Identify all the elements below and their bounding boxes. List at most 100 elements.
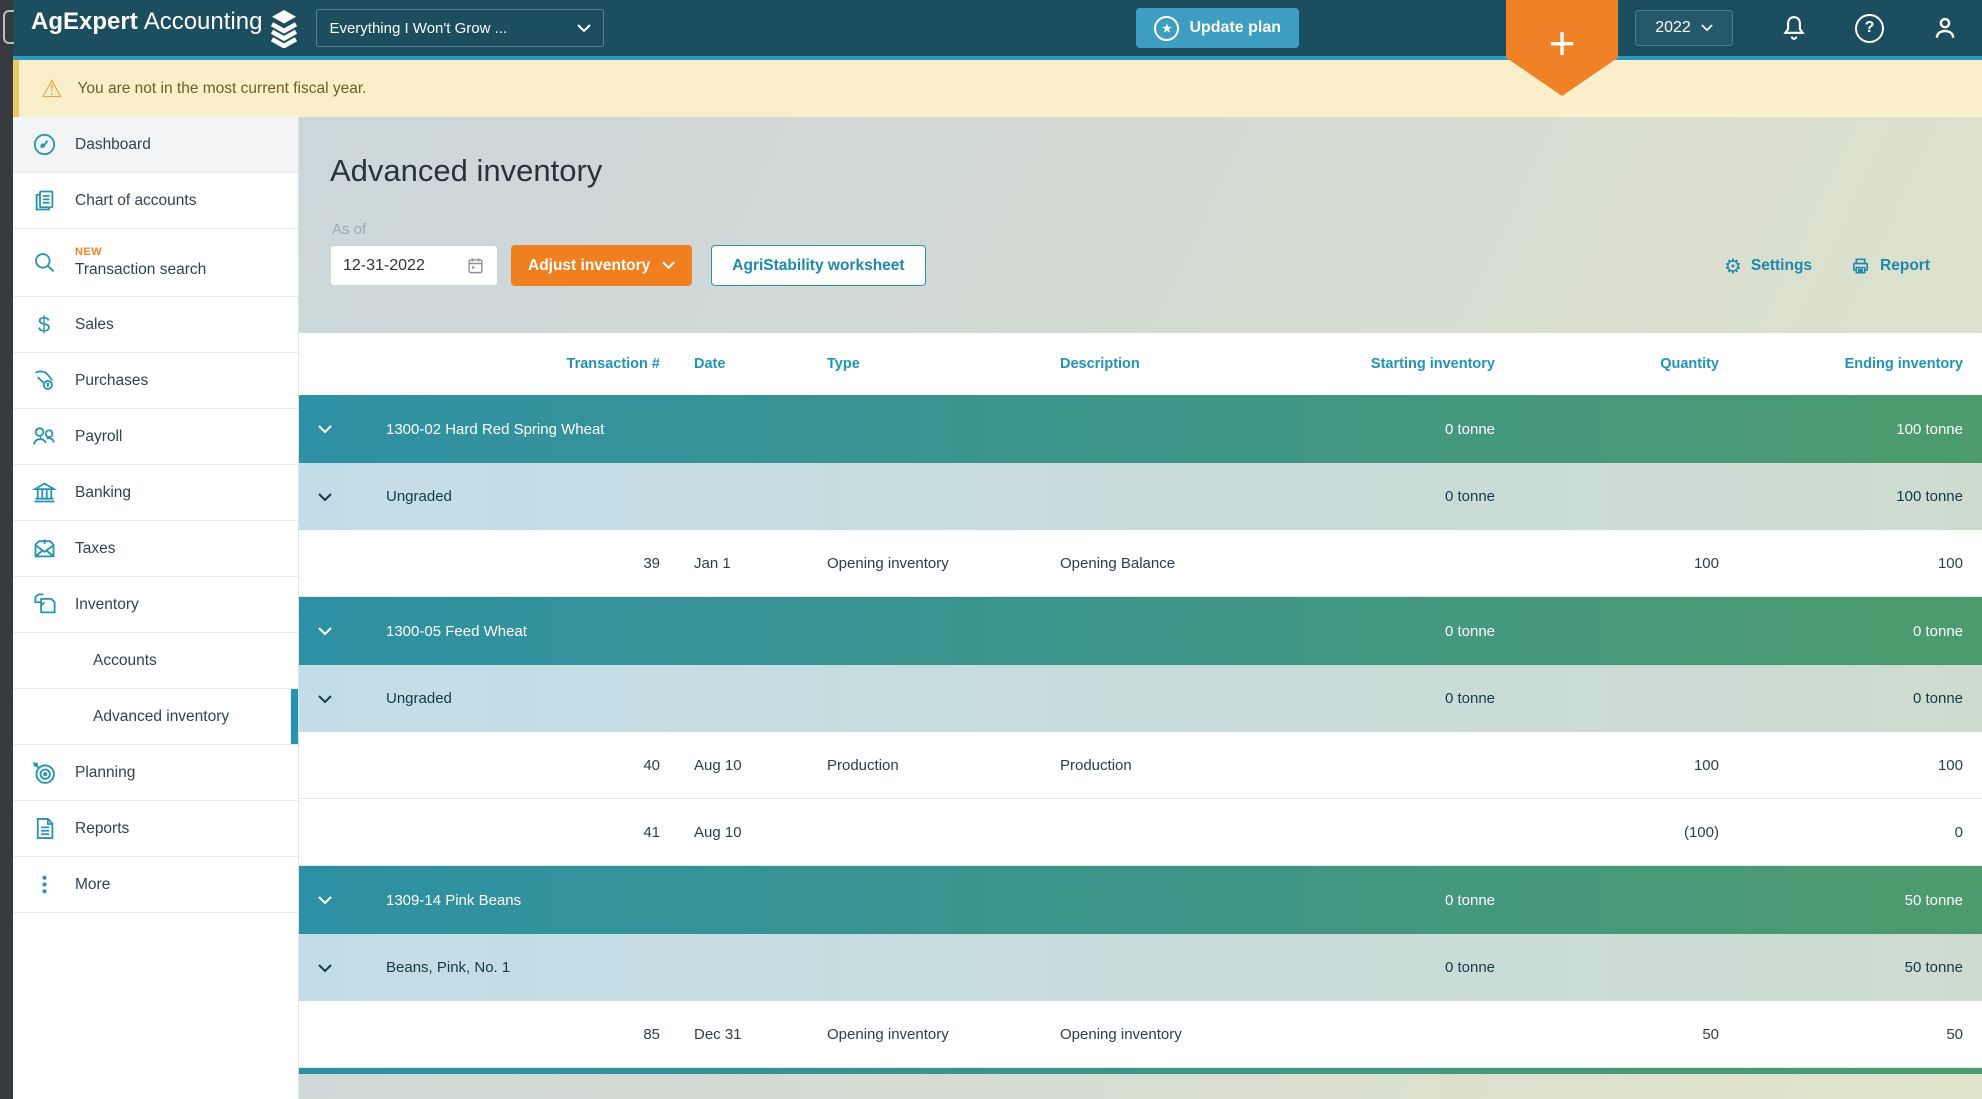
txn-quantity: 100 — [1495, 555, 1719, 572]
txn-date: Aug 10 — [660, 757, 793, 774]
group-label: 1309-14 Pink Beans — [386, 892, 1255, 909]
as-of-date-value: 12-31-2022 — [343, 257, 425, 275]
page-controls: 12-31-2022 Adjust inventory AgriStabilit… — [330, 245, 926, 286]
chevron-down-icon[interactable] — [298, 492, 386, 502]
update-plan-label: Update plan — [1189, 19, 1281, 37]
col-header-quantity: Quantity — [1495, 356, 1719, 372]
app-logo: AgExpert Accounting — [31, 8, 302, 48]
txn-number: 41 — [386, 824, 660, 841]
notifications-bell-icon[interactable] — [1781, 14, 1807, 42]
page-tools: ⚙ Settings Report — [1724, 245, 1930, 286]
main-content: Advanced inventory As of 12-31-2022 Adju… — [298, 117, 1982, 1099]
page-header-section: Advanced inventory As of 12-31-2022 Adju… — [298, 117, 1982, 333]
col-header-transaction: Transaction # — [386, 356, 660, 372]
sidebar-item-reports[interactable]: Reports — [13, 801, 298, 857]
help-icon[interactable]: ? — [1855, 14, 1884, 43]
sidebar-item-inventory-accounts[interactable]: Accounts — [13, 633, 298, 689]
chevron-down-icon[interactable] — [298, 424, 386, 434]
inventory-grade-row[interactable]: Beans, Pink, No. 1 0 tonne 50 tonne — [298, 934, 1982, 1001]
settings-link[interactable]: ⚙ Settings — [1724, 256, 1812, 276]
grade-label: Ungraded — [386, 690, 1255, 707]
gear-icon: ⚙ — [1724, 256, 1742, 276]
sidebar-item-taxes[interactable]: Taxes — [13, 521, 298, 577]
inventory-table: Transaction # Date Type Description Star… — [298, 333, 1982, 1074]
txn-ending: 0 — [1719, 824, 1963, 841]
settings-label: Settings — [1751, 257, 1812, 275]
inventory-group-row[interactable]: 1309-14 Pink Beans 0 tonne 50 tonne — [298, 866, 1982, 934]
sidebar-item-more[interactable]: More — [13, 857, 298, 913]
txn-ending: 100 — [1719, 757, 1963, 774]
report-link[interactable]: Report — [1850, 256, 1930, 276]
fiscal-year-warning-banner: ⚠ You are not in the most current fiscal… — [13, 60, 1982, 117]
window-tab-fragment — [3, 10, 14, 44]
txn-ending: 100 — [1719, 555, 1963, 572]
chevron-down-icon[interactable] — [298, 626, 386, 636]
inventory-grade-row[interactable]: Ungraded 0 tonne 0 tonne — [298, 665, 1982, 732]
sidebar-item-label: Planning — [75, 764, 135, 782]
sidebar-item-inventory[interactable]: Inventory — [13, 577, 298, 633]
dollar-icon: $ — [29, 312, 59, 338]
group-ending: 50 tonne — [1719, 892, 1963, 909]
sidebar-item-chart-of-accounts[interactable]: Chart of accounts — [13, 173, 298, 229]
sidebar-item-purchases[interactable]: Purchases — [13, 353, 298, 409]
col-header-type: Type — [793, 356, 1026, 372]
inventory-pages-icon — [29, 591, 59, 618]
chevron-down-icon[interactable] — [298, 895, 386, 905]
account-selector-value: Everything I Won't Grow ... — [329, 20, 507, 37]
sidebar-item-label: Taxes — [75, 540, 116, 558]
brand-name-bold: AgExpert — [31, 8, 138, 36]
col-header-ending: Ending inventory — [1719, 356, 1963, 372]
sidebar-item-advanced-inventory[interactable]: Advanced inventory — [13, 689, 298, 745]
group-label: 1300-02 Hard Red Spring Wheat — [386, 421, 1255, 438]
txn-description: Opening inventory — [1026, 1026, 1255, 1043]
calendar-icon[interactable] — [466, 256, 485, 275]
as-of-date-input[interactable]: 12-31-2022 — [330, 245, 498, 286]
group-starting: 0 tonne — [1255, 892, 1495, 909]
adjust-inventory-button[interactable]: Adjust inventory — [511, 245, 692, 286]
txn-description: Opening Balance — [1026, 555, 1255, 572]
sidebar-item-dashboard[interactable]: Dashboard — [13, 117, 298, 173]
sidebar-item-label: Banking — [75, 484, 131, 502]
header-accent-strip — [13, 56, 1982, 60]
grade-starting: 0 tonne — [1255, 488, 1495, 505]
inventory-grade-row[interactable]: Ungraded 0 tonne 100 tonne — [298, 463, 1982, 530]
group-ending: 0 tonne — [1719, 623, 1963, 640]
report-label: Report — [1880, 257, 1930, 275]
next-group-row-peek — [298, 1068, 1982, 1074]
sidebar-item-payroll[interactable]: Payroll — [13, 409, 298, 465]
table-header-row: Transaction # Date Type Description Star… — [298, 333, 1982, 395]
txn-date: Dec 31 — [660, 1026, 793, 1043]
inventory-group-row[interactable]: 1300-02 Hard Red Spring Wheat 0 tonne 10… — [298, 395, 1982, 463]
sidebar-item-label: Reports — [75, 820, 129, 838]
transaction-row[interactable]: 40 Aug 10 Production Production 100 100 — [298, 732, 1982, 799]
grade-starting: 0 tonne — [1255, 959, 1495, 976]
layers-logo-icon — [266, 8, 302, 48]
payroll-people-icon — [29, 423, 59, 450]
grade-starting: 0 tonne — [1255, 690, 1495, 707]
sidebar-item-label: More — [75, 876, 110, 894]
sidebar-item-transaction-search[interactable]: NEW Transaction search — [13, 229, 298, 297]
sidebar-item-sales[interactable]: $ Sales — [13, 297, 298, 353]
txn-number: 39 — [386, 555, 660, 572]
agristability-worksheet-button[interactable]: AgriStability worksheet — [711, 245, 925, 286]
transaction-row[interactable]: 85 Dec 31 Opening inventory Opening inve… — [298, 1001, 1982, 1068]
fiscal-year-dropdown[interactable]: 2022 — [1635, 10, 1733, 46]
transaction-row[interactable]: 39 Jan 1 Opening inventory Opening Balan… — [298, 530, 1982, 597]
warning-text: You are not in the most current fiscal y… — [78, 80, 367, 98]
txn-date: Jan 1 — [660, 555, 793, 572]
account-selector-dropdown[interactable]: Everything I Won't Grow ... — [316, 9, 604, 47]
transaction-row[interactable]: 41 Aug 10 (100) 0 — [298, 799, 1982, 866]
sidebar-item-planning[interactable]: Planning — [13, 745, 298, 801]
sidebar-nav: Dashboard Chart of accounts NEW Transact… — [13, 117, 299, 1099]
sidebar-item-label: Inventory — [75, 596, 139, 614]
inventory-group-row[interactable]: 1300-05 Feed Wheat 0 tonne 0 tonne — [298, 597, 1982, 665]
chevron-down-icon — [662, 261, 675, 270]
chevron-down-icon[interactable] — [298, 963, 386, 973]
star-icon: ★ — [1154, 16, 1179, 41]
user-account-icon[interactable] — [1932, 15, 1958, 41]
sidebar-item-banking[interactable]: Banking — [13, 465, 298, 521]
col-header-description: Description — [1026, 356, 1255, 372]
chevron-down-icon[interactable] — [298, 694, 386, 704]
printer-icon — [1850, 256, 1871, 276]
update-plan-button[interactable]: ★ Update plan — [1136, 8, 1299, 48]
